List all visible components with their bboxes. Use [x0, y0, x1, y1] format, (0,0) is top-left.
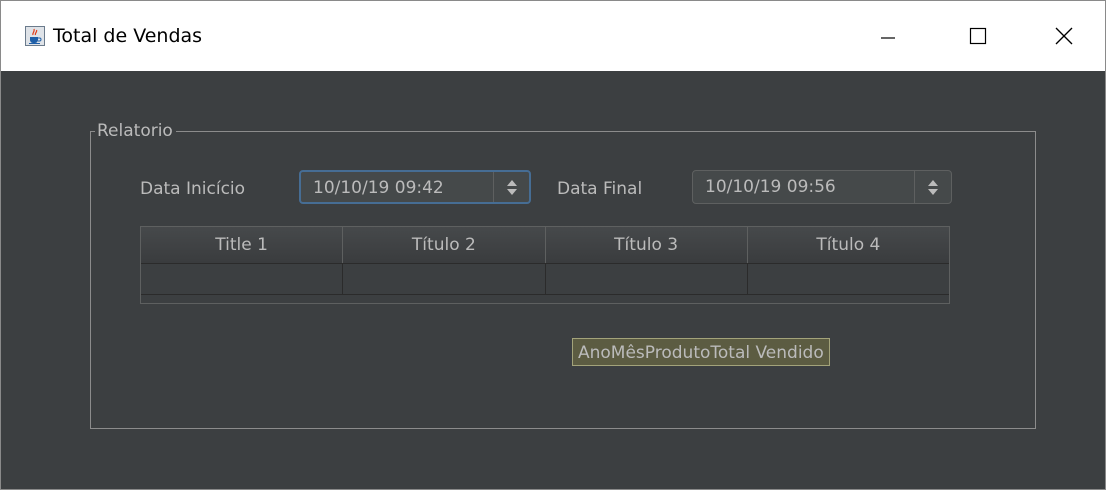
app-window: Total de Vendas Relatorio Data Inicício …: [0, 0, 1106, 490]
sales-table[interactable]: Title 1 Título 2 Título 3 Título 4: [140, 226, 950, 304]
spinner-up-icon[interactable]: [507, 179, 517, 186]
title-bar[interactable]: Total de Vendas: [1, 1, 1105, 71]
table-cell[interactable]: [141, 264, 344, 294]
maximize-icon: [969, 27, 987, 45]
end-date-label: Data Final: [557, 179, 643, 199]
end-date-value[interactable]: 10/10/19 09:56: [705, 176, 836, 198]
table-cell[interactable]: [546, 264, 748, 294]
group-title: Relatorio: [95, 120, 176, 142]
end-date-spinner[interactable]: 10/10/19 09:56: [692, 170, 952, 204]
end-date-arrows[interactable]: [915, 171, 951, 203]
table-header: Title 1 Título 2 Título 3 Título 4: [141, 227, 949, 264]
minimize-icon: [881, 37, 895, 39]
column-header[interactable]: Título 3: [546, 227, 748, 263]
minimize-button[interactable]: [843, 1, 933, 71]
start-date-spinner[interactable]: 10/10/19 09:42: [299, 170, 531, 204]
column-header[interactable]: Title 1: [141, 227, 344, 263]
spinner-down-icon[interactable]: [928, 188, 938, 195]
table-cell[interactable]: [748, 264, 949, 294]
start-date-value[interactable]: 10/10/19 09:42: [313, 177, 444, 199]
spinner-up-icon[interactable]: [928, 179, 938, 186]
start-date-arrows[interactable]: [494, 172, 530, 202]
spinner-down-icon[interactable]: [507, 188, 517, 195]
column-header[interactable]: Título 2: [343, 227, 546, 263]
table-cell[interactable]: [343, 264, 546, 294]
column-header[interactable]: Título 4: [748, 227, 949, 263]
table-tooltip: AnoMêsProdutoTotal Vendido: [572, 338, 830, 366]
close-icon: [1055, 27, 1073, 45]
close-button[interactable]: [1023, 1, 1105, 71]
java-cup-icon: [25, 26, 45, 46]
content-pane: Relatorio Data Inicício 10/10/19 09:42 D…: [1, 71, 1105, 489]
table-row[interactable]: [141, 264, 949, 295]
maximize-button[interactable]: [933, 1, 1023, 71]
start-date-label: Data Inicício: [140, 179, 246, 199]
window-title: Total de Vendas: [53, 25, 203, 47]
